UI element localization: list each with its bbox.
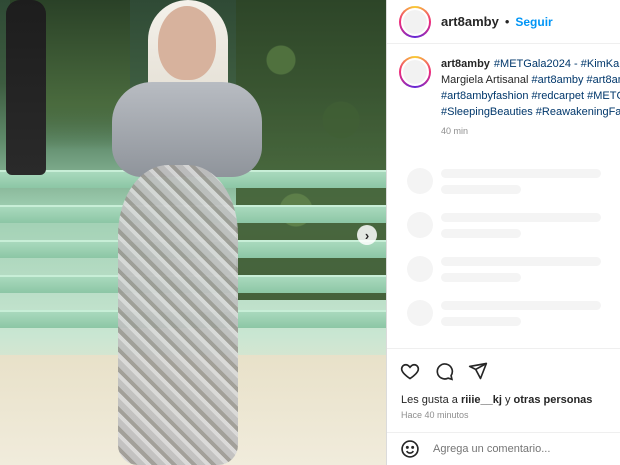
header-username[interactable]: art8amby bbox=[441, 14, 499, 29]
comment-bar bbox=[387, 432, 620, 465]
caption-line: Margiela Artisanal #art8amby #art8amby bbox=[441, 72, 620, 88]
caption-hashtags[interactable]: #art8ambyfashion #redcarpet #METGala bbox=[441, 88, 620, 104]
share-button[interactable] bbox=[467, 360, 489, 382]
likes-others[interactable]: otras personas bbox=[514, 394, 593, 406]
heart-icon bbox=[400, 363, 420, 379]
post-panel: art8amby • Seguir art8amby #METGala2024 -… bbox=[386, 0, 620, 465]
emoji-icon bbox=[401, 440, 419, 458]
next-photo-button[interactable]: › bbox=[357, 225, 377, 245]
likes-user[interactable]: riiie__kj bbox=[461, 394, 502, 406]
post-header: art8amby • Seguir bbox=[387, 0, 620, 44]
emoji-button[interactable] bbox=[399, 438, 421, 460]
photo-bystander bbox=[6, 0, 46, 175]
photo-figure-head bbox=[158, 6, 216, 80]
post-actions bbox=[387, 348, 620, 392]
comment-skeleton bbox=[407, 212, 601, 238]
avatar[interactable] bbox=[399, 56, 431, 88]
caption-hashtags[interactable]: #SleepingBeauties #ReawakeningFashion bbox=[441, 104, 620, 120]
caption-line: art8amby #METGala2024 - #KimKardashian bbox=[441, 56, 620, 72]
photo-figure-dress bbox=[118, 165, 238, 465]
comment-skeleton bbox=[407, 168, 601, 194]
post-caption: art8amby #METGala2024 - #KimKardashian Ma… bbox=[399, 56, 620, 136]
caption-username[interactable]: art8amby bbox=[441, 58, 490, 70]
caption-hashtags[interactable]: #art8amby #art8amby bbox=[532, 74, 620, 86]
chevron-right-icon: › bbox=[364, 227, 370, 243]
comment-icon bbox=[436, 362, 454, 381]
post-timestamp: Hace 40 minutos bbox=[401, 410, 469, 420]
photo-figure-shawl bbox=[112, 82, 262, 177]
caption-hashtags[interactable]: #METGala2024 - #KimKardashian bbox=[494, 58, 620, 70]
likes-prefix: Les gusta a bbox=[401, 394, 458, 406]
comment-button[interactable] bbox=[433, 360, 455, 382]
follow-button[interactable]: Seguir bbox=[515, 15, 552, 29]
comment-input[interactable] bbox=[433, 443, 613, 455]
post-photo[interactable]: › bbox=[0, 0, 386, 465]
like-button[interactable] bbox=[399, 360, 421, 382]
share-icon bbox=[468, 362, 488, 379]
comment-skeleton bbox=[407, 256, 601, 282]
caption-text: Margiela Artisanal bbox=[441, 74, 529, 86]
likes-summary: Les gusta a riiie__kj y otras personas bbox=[401, 394, 592, 406]
comment-skeleton bbox=[407, 300, 601, 326]
caption-time: 40 min bbox=[441, 126, 469, 136]
avatar[interactable] bbox=[399, 5, 431, 38]
header-separator: • bbox=[504, 14, 510, 29]
likes-connector: y bbox=[504, 394, 511, 406]
